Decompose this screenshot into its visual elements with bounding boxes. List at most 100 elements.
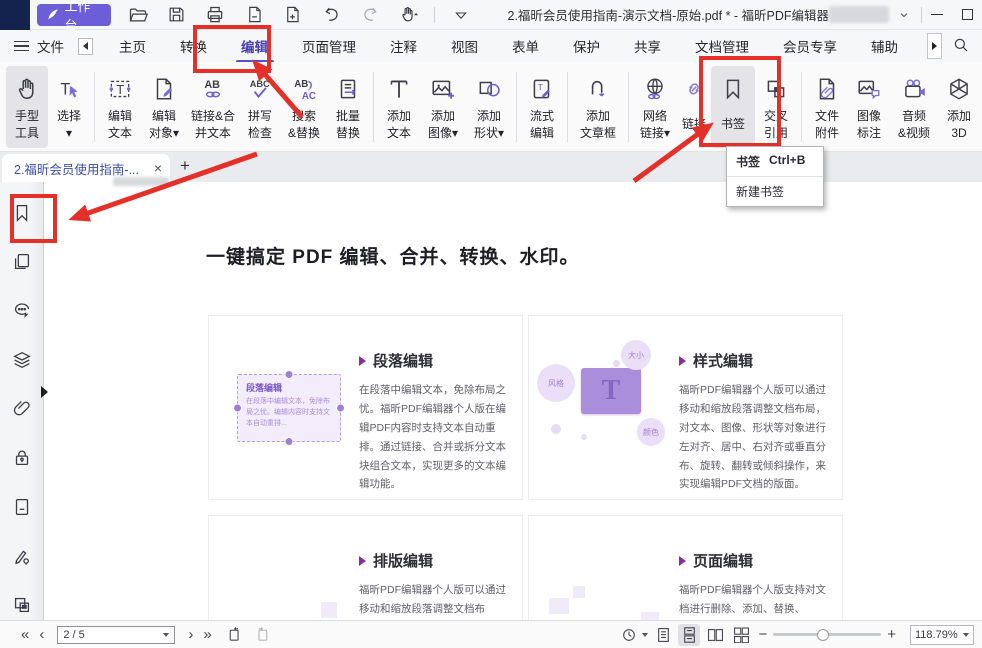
zoom-in-button[interactable]: + bbox=[881, 626, 902, 643]
hand-tool-icon bbox=[14, 71, 40, 107]
tooltip-shortcut: Ctrl+B bbox=[769, 153, 805, 170]
menu-accessibility[interactable]: 辅助 bbox=[869, 30, 900, 62]
toolbar-item-flow-edit[interactable]: T 流式编辑 bbox=[521, 66, 563, 148]
card-layout-edit: XXXXX 排版编辑 福昕PDF编辑器个人版可以通过移动和缩放段落调整文档布 bbox=[208, 515, 523, 620]
extract-page-icon[interactable] bbox=[242, 2, 267, 28]
page-edit-illustration: 页面 bbox=[529, 516, 679, 620]
facing-view-icon[interactable] bbox=[704, 624, 726, 646]
toolbar-item-select[interactable]: T 选择▾ bbox=[48, 66, 90, 148]
toolbar-item-edit-object[interactable]: 编辑对象▾ bbox=[141, 66, 187, 148]
collapse-ribbon-button[interactable] bbox=[78, 38, 93, 55]
toolbar-item-search-replace[interactable]: ABAC 搜索&替换 bbox=[281, 66, 327, 148]
next-view-icon[interactable] bbox=[253, 625, 273, 645]
insert-page-icon[interactable] bbox=[281, 2, 306, 28]
undo-icon[interactable] bbox=[319, 2, 344, 28]
hand-mode-dropdown[interactable] bbox=[397, 2, 422, 28]
zoom-level-combo[interactable]: 118.79% bbox=[910, 625, 974, 645]
toolbar-item-batch-replace[interactable]: 批量替换 bbox=[327, 66, 369, 148]
workspace-button[interactable]: 工作台 bbox=[37, 4, 111, 26]
zoom-slider-knob[interactable] bbox=[817, 629, 829, 641]
sidebar-signature-panel[interactable] bbox=[11, 545, 33, 567]
hamburger-icon[interactable] bbox=[14, 41, 29, 52]
menu-page-management[interactable]: 页面管理 bbox=[300, 30, 358, 62]
redo-icon[interactable] bbox=[358, 2, 383, 28]
single-page-view-icon[interactable] bbox=[652, 624, 674, 646]
page-number-combo[interactable]: 2 / 5 bbox=[57, 626, 175, 644]
toolbar-item-edit-text[interactable]: T 编辑文本 bbox=[99, 66, 141, 148]
sidebar-comments-panel[interactable] bbox=[11, 300, 33, 322]
last-page-button[interactable]: » bbox=[198, 626, 216, 643]
card-page-edit: 页面 页面编辑 福昕PDF编辑器个人版支持对文档进行删除、添加、替换、 bbox=[528, 515, 843, 620]
next-page-button[interactable]: › bbox=[183, 626, 198, 643]
flow-edit-icon: T bbox=[529, 71, 555, 107]
menu-share[interactable]: 共享 bbox=[632, 30, 663, 62]
menu-comment[interactable]: 注释 bbox=[388, 30, 419, 62]
feature-cards: 段落编辑 在段落中编辑文本，免除布局之忧。编辑内容时支持文本自动重排... 段落… bbox=[208, 315, 843, 620]
search-icon[interactable] bbox=[952, 36, 970, 57]
tab-close-icon[interactable]: × bbox=[154, 160, 162, 176]
sidebar-layers-panel[interactable] bbox=[11, 349, 33, 371]
toolbar-item-web-link[interactable]: 网络链接▾ bbox=[633, 66, 677, 148]
sidebar-pages-panel[interactable] bbox=[11, 251, 33, 273]
save-icon[interactable] bbox=[164, 2, 189, 28]
new-tab-button[interactable]: + bbox=[180, 156, 190, 176]
foxit-pdf-editor-window: 工作台 2.福昕会员使用指南-演示文档-原始.pdf * - 福昕PDF编辑器 … bbox=[0, 0, 982, 648]
toolbar-divider bbox=[628, 72, 629, 142]
menu-form[interactable]: 表单 bbox=[510, 30, 541, 62]
zoom-combo-caret-icon bbox=[963, 633, 969, 637]
pdf-page-view: 一键搞定 PDF 编辑、合并、转换、水印。 段落编辑 在段落中编辑文本，免除布局… bbox=[45, 182, 982, 620]
tooltip-title-row: 书签 Ctrl+B bbox=[727, 147, 823, 177]
toolbar-item-hand-tool[interactable]: 手型工具 bbox=[6, 66, 48, 148]
menu-view[interactable]: 视图 bbox=[449, 30, 480, 62]
menu-member-exclusive[interactable]: 会员专享 bbox=[781, 30, 839, 62]
sidebar-attachments-panel[interactable] bbox=[11, 398, 33, 420]
annotation-box-sidebar-bookmark bbox=[10, 194, 57, 243]
menu-protect[interactable]: 保护 bbox=[571, 30, 602, 62]
toolbar-divider bbox=[94, 72, 95, 142]
zoom-out-button[interactable]: − bbox=[752, 626, 773, 643]
toolbar-item-add-image[interactable]: 添加图像▾ bbox=[420, 66, 466, 148]
first-page-button[interactable]: « bbox=[16, 626, 34, 643]
sidebar-destinations-panel[interactable] bbox=[11, 594, 33, 616]
toolbar-item-add-text[interactable]: 添加文本 bbox=[378, 66, 420, 148]
previous-page-button[interactable]: ‹ bbox=[34, 626, 49, 643]
previous-view-icon[interactable] bbox=[225, 625, 245, 645]
ribbon-expand-button[interactable] bbox=[927, 33, 942, 59]
continuous-view-icon[interactable] bbox=[678, 624, 700, 646]
print-icon[interactable] bbox=[203, 2, 228, 28]
sidebar-fields-panel[interactable] bbox=[11, 496, 33, 518]
paragraph-edit-illustration: 段落编辑 在段落中编辑文本，免除布局之忧。编辑内容时支持文本自动重排... bbox=[209, 316, 359, 499]
open-file-icon[interactable] bbox=[125, 2, 150, 28]
sidebar-security-panel[interactable] bbox=[11, 447, 33, 469]
toolbar-item-add-3d[interactable]: 添加3D bbox=[938, 66, 980, 148]
minimize-button[interactable] bbox=[922, 1, 952, 29]
select-icon: T bbox=[56, 71, 82, 107]
quick-access-chevron-icon[interactable] bbox=[449, 2, 474, 28]
style-edit-illustration: T 风格 大小 颜色 bbox=[529, 316, 679, 499]
link-merge-text-icon: AB bbox=[200, 71, 226, 107]
card-title: 页面编辑 bbox=[693, 550, 753, 571]
svg-text:AB: AB bbox=[294, 78, 308, 89]
zoom-slider[interactable] bbox=[773, 633, 881, 636]
toolbar-item-link-merge-text[interactable]: AB 链接&合并文本 bbox=[187, 66, 239, 148]
toolbar-item-audio-video[interactable]: 音频&视频 bbox=[890, 66, 938, 148]
facing-continuous-view-icon[interactable] bbox=[730, 624, 752, 646]
view-mode-caret-icon[interactable] bbox=[642, 633, 648, 637]
edit-object-icon bbox=[151, 71, 177, 107]
menu-file[interactable]: 文件 bbox=[37, 36, 64, 56]
tooltip-new-bookmark-item[interactable]: 新建书签 bbox=[727, 177, 823, 206]
toolbar-item-file-attachment[interactable]: 文件附件 bbox=[806, 66, 848, 148]
toolbar-item-image-annotation[interactable]: 图像标注 bbox=[848, 66, 890, 148]
auto-scroll-icon[interactable] bbox=[618, 624, 640, 646]
menu-home[interactable]: 主页 bbox=[117, 30, 148, 62]
account-chevron-icon[interactable] bbox=[889, 1, 919, 29]
redacted-strip bbox=[113, 177, 169, 186]
quill-icon bbox=[47, 8, 59, 21]
annotation-box-edit-menu bbox=[193, 25, 271, 73]
toolbar-item-add-shape[interactable]: 添加形状▾ bbox=[466, 66, 512, 148]
toolbar-item-add-article-box[interactable]: 添加文章框 bbox=[572, 66, 624, 148]
page-number-value: 2 / 5 bbox=[63, 629, 84, 641]
panel-expander-icon[interactable] bbox=[41, 386, 48, 398]
toolbar-item-spell-check[interactable]: ABC 拼写检查 bbox=[239, 66, 281, 148]
maximize-button[interactable] bbox=[952, 1, 982, 29]
